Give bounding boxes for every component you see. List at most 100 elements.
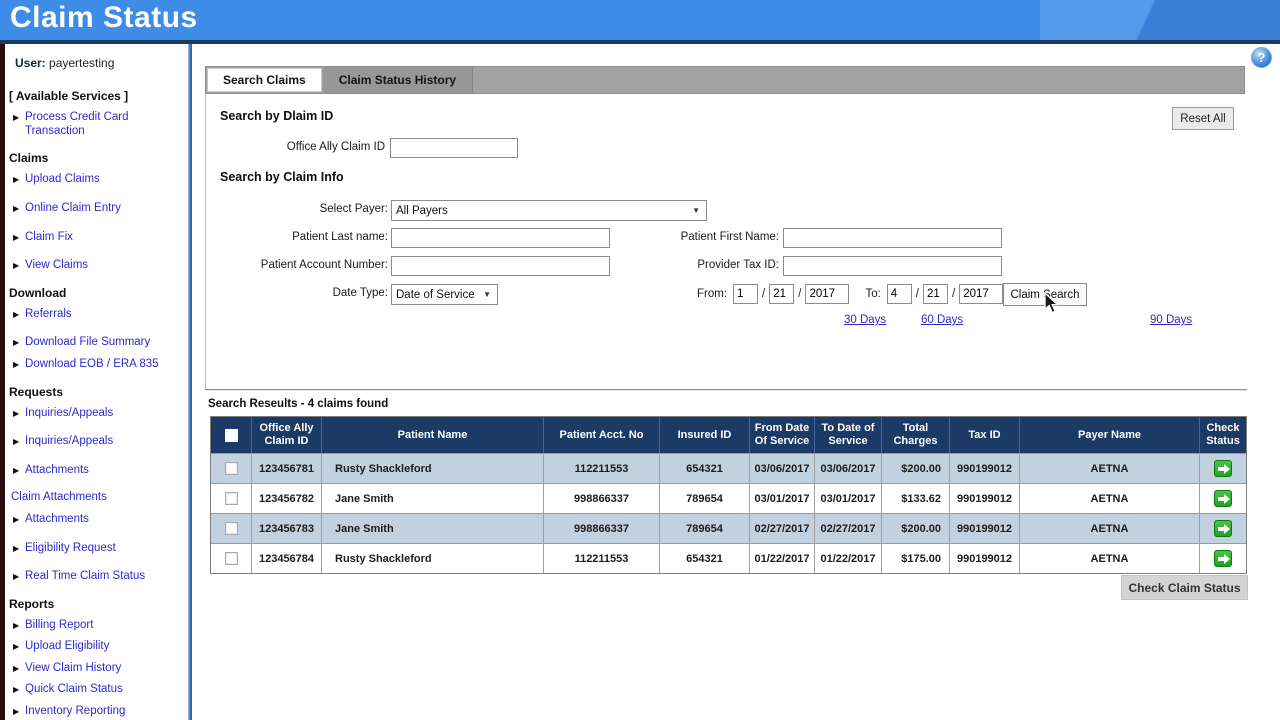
check-status-arrow-button[interactable]	[1214, 550, 1232, 567]
column-header: From Date Of Service	[749, 417, 814, 453]
claim-row: 123456783 Jane Smith 998866337 789654 02…	[211, 513, 1246, 543]
row-checkbox[interactable]	[224, 552, 238, 565]
cell-tax-id: 990199012	[949, 514, 1019, 543]
search-by-claim-id-heading: Search by Dlaim ID	[220, 109, 334, 123]
arrow-bullet-icon	[13, 570, 25, 584]
sidebar-item[interactable]: Attachments	[13, 464, 184, 478]
patient-account-number-input[interactable]	[391, 256, 610, 276]
quick-range-link[interactable]: 60 Days	[921, 314, 1143, 326]
cell-from-date: 01/22/2017	[749, 544, 814, 573]
sidebar-item[interactable]: View Claims	[13, 259, 184, 273]
from-year-input[interactable]	[805, 284, 850, 304]
sidebar-item[interactable]: Referrals	[13, 308, 184, 322]
date-separator: /	[762, 288, 766, 300]
cell-payer-name: AETNA	[1019, 454, 1199, 483]
sidebar-item-label: Claims	[9, 151, 49, 166]
sidebar-item-label: Claim Attachments	[11, 491, 107, 504]
tab[interactable]: Claim Status History	[322, 67, 474, 93]
cell-tax-id: 990199012	[949, 454, 1019, 483]
check-status-arrow-button[interactable]	[1214, 490, 1232, 507]
cell-payer-name: AETNA	[1019, 544, 1199, 573]
provider-tax-id-input[interactable]	[783, 256, 1002, 276]
check-claim-status-button[interactable]: Check Claim Status	[1121, 575, 1248, 600]
select-all-checkbox[interactable]	[224, 428, 238, 442]
quick-range-link[interactable]: 30 Days	[844, 314, 914, 326]
from-day-input[interactable]	[769, 284, 795, 304]
row-checkbox-cell	[211, 484, 251, 513]
claim-search-button[interactable]: Claim Search	[1003, 283, 1087, 306]
row-checkbox[interactable]	[224, 522, 238, 535]
sidebar-item[interactable]: Online Claim Entry	[13, 202, 184, 216]
column-header: Payer Name	[1019, 417, 1199, 453]
sidebar-item[interactable]: Inquiries/Appeals	[13, 407, 184, 421]
sidebar-item[interactable]: Claim Attachments	[11, 491, 184, 505]
sidebar-item[interactable]: Inventory Reporting	[13, 705, 184, 719]
sidebar-item[interactable]: Claim Fix	[13, 231, 184, 245]
tab[interactable]: Search Claims	[207, 68, 322, 92]
arrow-bullet-icon	[13, 513, 25, 527]
search-by-claim-info-heading: Search by Claim Info	[220, 170, 344, 184]
to-month-input[interactable]	[886, 284, 912, 304]
claim-row: 123456784 Rusty Shackleford 112211553 65…	[211, 543, 1246, 573]
cell-check-status	[1199, 454, 1246, 483]
sidebar-item[interactable]: Inquiries/Appeals	[13, 435, 184, 449]
column-header: To Date of Service	[814, 417, 881, 453]
row-checkbox[interactable]	[224, 492, 238, 505]
row-checkbox[interactable]	[224, 462, 238, 475]
column-header: Insured ID	[659, 417, 749, 453]
user-name: payertesting	[49, 56, 115, 70]
cell-to-date: 01/22/2017	[814, 544, 881, 573]
sidebar-item[interactable]: Quick Claim Status	[13, 683, 184, 697]
arrow-bullet-icon	[13, 231, 25, 245]
cell-payer-name: AETNA	[1019, 484, 1199, 513]
sidebar-item[interactable]: Eligibility Request	[13, 542, 184, 556]
cell-patient-name: Rusty Shackleford	[321, 544, 543, 573]
column-header: Patient Name	[321, 417, 543, 453]
sidebar-item-label: Download EOB / ERA 835	[25, 357, 159, 370]
results-table: Office Ally Claim ID Patient Name Patient …	[210, 416, 1247, 574]
sidebar-item[interactable]: Upload Claims	[13, 173, 184, 187]
help-icon[interactable]: ?	[1251, 47, 1272, 68]
cell-to-date: 02/27/2017	[814, 514, 881, 543]
to-day-input[interactable]	[922, 284, 948, 304]
page-title: Claim Status	[10, 1, 198, 34]
section-divider	[205, 389, 1247, 391]
cell-total-charges: $200.00	[881, 454, 949, 483]
cell-patient-name: Jane Smith	[321, 484, 543, 513]
cell-from-date: 03/01/2017	[749, 484, 814, 513]
sidebar-item: Reports	[9, 597, 184, 611]
date-type-dropdown[interactable]: Date of Service	[391, 284, 498, 305]
sidebar-item[interactable]: Real Time Claim Status	[13, 570, 184, 584]
sidebar-item[interactable]: Download EOB / ERA 835	[13, 358, 184, 372]
arrow-bullet-icon	[13, 464, 25, 478]
cell-payer-name: AETNA	[1019, 514, 1199, 543]
date-separator: /	[915, 288, 919, 300]
check-status-arrow-button[interactable]	[1214, 460, 1232, 477]
sidebar-item[interactable]: Upload Eligibility	[13, 640, 184, 654]
sidebar-item-label: Reports	[9, 596, 55, 611]
row-checkbox-cell	[211, 514, 251, 543]
patient-first-name-input[interactable]	[783, 228, 1002, 248]
cell-total-charges: $200.00	[881, 514, 949, 543]
quick-range-link[interactable]: 90 Days	[1150, 314, 1266, 326]
patient-last-name-input[interactable]	[391, 228, 610, 248]
sidebar-item[interactable]: Attachments	[13, 513, 184, 527]
sidebar-item[interactable]: Download File Summary	[13, 336, 184, 350]
office-ally-claim-id-input[interactable]	[390, 138, 518, 158]
cell-tax-id: 990199012	[949, 544, 1019, 573]
sidebar-item-label: Inquiries/Appeals	[25, 435, 114, 448]
column-header: Total Charges	[881, 417, 949, 453]
tab-label: Claim Status History	[338, 73, 457, 87]
select-payer-dropdown[interactable]: All Payers	[391, 200, 707, 221]
to-year-input[interactable]	[959, 284, 1004, 304]
sidebar-item[interactable]: Billing Report	[13, 619, 184, 633]
sidebar-item[interactable]: View Claim History	[13, 662, 184, 676]
sidebar-item-label: Eligibility Request	[25, 541, 116, 554]
check-status-arrow-button[interactable]	[1214, 520, 1232, 537]
cell-patient-name: Jane Smith	[321, 514, 543, 543]
arrow-bullet-icon	[13, 336, 25, 350]
reset-all-button[interactable]: Reset All	[1172, 107, 1234, 130]
from-month-input[interactable]	[733, 284, 759, 304]
sidebar-item[interactable]: Process Credit Card Transaction	[13, 111, 184, 138]
sidebar-item-label: Upload Claims	[25, 173, 100, 186]
